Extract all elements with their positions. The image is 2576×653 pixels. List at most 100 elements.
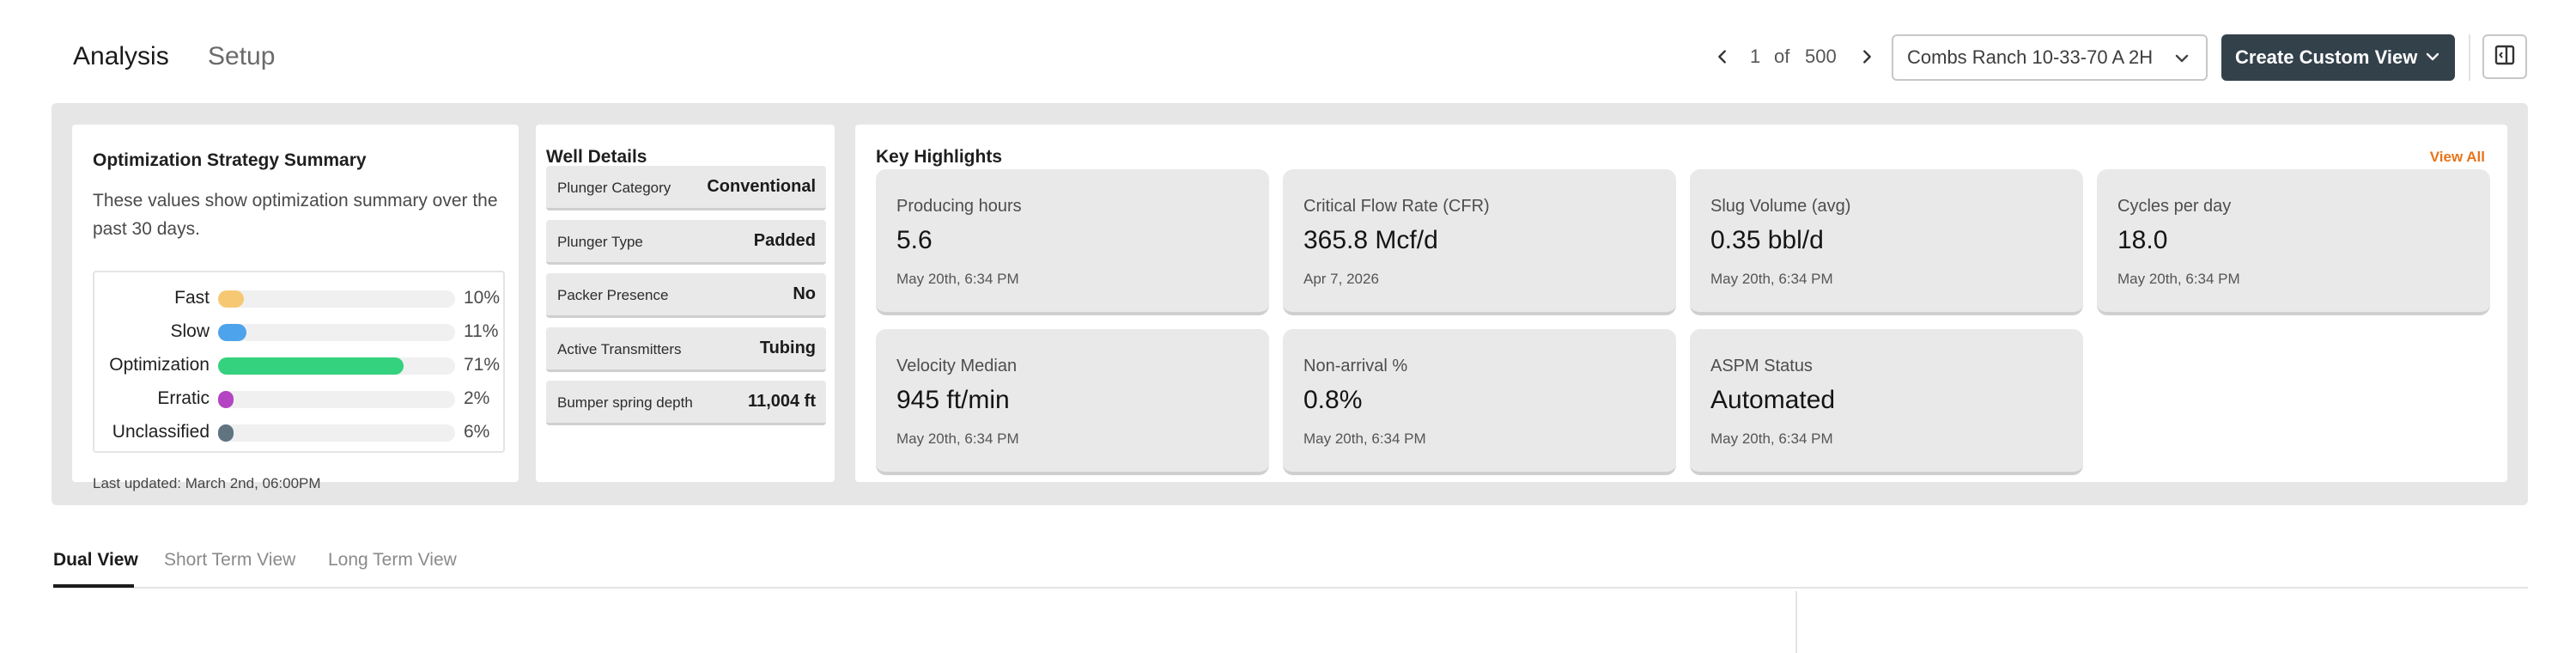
optimization-row-percent: 6% [464,422,490,442]
create-custom-view-label: Create Custom View [2235,46,2418,68]
highlight-timestamp: May 20th, 6:34 PM [1710,271,1833,287]
well-detail-row: Plunger Type Padded [546,220,826,265]
highlight-value: Automated [1710,386,1836,414]
optimization-row-label: Slow [170,321,210,341]
progress-track [218,424,455,442]
last-updated-text: Last updated: March 2nd, 06:00PM [93,475,321,491]
highlight-label: Cycles per day [2117,197,2232,216]
pager-prev-button[interactable] [1707,38,1738,76]
highlight-tile-non-arrival: Non-arrival % 0.8% May 20th, 6:34 PM [1283,329,1676,475]
well-detail-value: Padded [753,231,816,250]
tab-analysis[interactable]: Analysis [73,41,169,72]
progress-fill [218,324,246,341]
key-highlights-card: Key Highlights View All Producing hours … [855,125,2507,482]
highlight-label: Producing hours [896,197,1022,216]
optimization-row-label: Erratic [157,388,210,408]
pager-current: 1 [1750,46,1761,67]
chevron-right-icon [1851,38,1882,76]
highlight-timestamp: May 20th, 6:34 PM [1303,430,1426,447]
well-detail-key: Plunger Type [557,234,643,250]
highlight-tile-velocity-median: Velocity Median 945 ft/min May 20th, 6:3… [876,329,1269,475]
tab-setup[interactable]: Setup [208,41,275,72]
progress-track [218,391,455,408]
tabs-divider [53,587,2528,589]
highlight-value: 365.8 Mcf/d [1303,226,1438,254]
optimization-summary-description: These values show optimization summary o… [93,191,498,239]
view-all-link[interactable]: View All [2430,149,2485,166]
highlight-tile-aspm-status: ASPM Status Automated May 20th, 6:34 PM [1690,329,2083,475]
pager-of-label: of [1774,46,1790,67]
highlight-tile-critical-flow-rate: Critical Flow Rate (CFR) 365.8 Mcf/d Apr… [1283,169,1676,315]
optimization-row-percent: 2% [464,388,490,408]
optimization-row-slow: Slow 11% [94,315,507,350]
chevron-left-icon [1707,38,1738,76]
top-bar: Analysis Setup 1 of 500 Combs Ranch 10-3… [0,0,2576,112]
optimization-row-label: Optimization [109,355,210,375]
optimization-row-label: Fast [174,288,210,308]
well-detail-row: Bumper spring depth 11,004 ft [546,381,826,425]
progress-track [218,357,455,375]
well-detail-value: Conventional [707,177,816,196]
well-detail-key: Bumper spring depth [557,394,693,411]
highlight-timestamp: May 20th, 6:34 PM [1710,430,1833,447]
active-tab-indicator [53,584,134,588]
highlight-value: 18.0 [2117,226,2168,254]
optimization-row-percent: 71% [464,355,501,375]
well-detail-key: Plunger Category [557,180,671,196]
highlight-timestamp: May 20th, 6:34 PM [896,430,1019,447]
app-root: Analysis Setup 1 of 500 Combs Ranch 10-3… [0,0,2576,653]
key-highlights-title: Key Highlights [876,147,1003,167]
highlight-label: Non-arrival % [1303,357,1408,375]
highlight-label: Slug Volume (avg) [1710,197,1851,216]
well-detail-value: No [793,284,816,303]
progress-fill [218,290,244,308]
optimization-breakdown: Fast 10% Slow 11% Optimization 71% Errat… [93,271,505,453]
pager-next-button[interactable] [1851,38,1882,76]
optimization-summary-card: Optimization Strategy Summary These valu… [72,125,519,491]
optimization-row-fast: Fast 10% [94,282,507,316]
tab-long-term-view[interactable]: Long Term View [328,550,457,571]
highlight-label: Critical Flow Rate (CFR) [1303,197,1490,216]
well-detail-key: Packer Presence [557,287,669,303]
create-custom-view-button[interactable]: Create Custom View [2221,34,2455,81]
highlight-value: 5.6 [896,226,933,254]
progress-fill [218,391,234,408]
optimization-row-label: Unclassified [112,422,210,442]
well-select-dropdown[interactable]: Combs Ranch 10-33-70 A 2H [1892,34,2208,81]
highlight-label: Velocity Median [896,357,1018,375]
well-details-card: Well Details Plunger Category Convention… [536,125,835,482]
well-detail-value: Tubing [759,339,816,357]
summary-band: Optimization Strategy Summary These valu… [52,103,2528,505]
panel-toggle-button[interactable] [2482,34,2527,79]
optimization-row-optimization: Optimization 71% [94,349,507,383]
highlight-value: 0.8% [1303,386,1363,414]
well-detail-value: 11,004 ft [748,392,816,411]
well-detail-row: Plunger Category Conventional [546,166,826,211]
highlight-value: 945 ft/min [896,386,1010,414]
progress-fill [218,424,234,442]
pager-total: 500 [1805,46,1837,67]
tab-short-term-view[interactable]: Short Term View [164,550,295,571]
well-detail-row: Active Transmitters Tubing [546,327,826,372]
progress-fill [218,357,404,375]
well-detail-row: Packer Presence No [546,273,826,318]
chevron-down-icon [2172,48,2192,69]
optimization-summary-title: Optimization Strategy Summary [93,150,367,170]
highlight-label: ASPM Status [1710,357,1813,375]
highlight-timestamp: May 20th, 6:34 PM [2117,271,2240,287]
progress-track [218,290,455,308]
optimization-row-percent: 10% [464,288,501,308]
tab-dual-view[interactable]: Dual View [53,550,138,571]
optimization-row-percent: 11% [464,321,499,341]
highlight-tile-producing-hours: Producing hours 5.6 May 20th, 6:34 PM [876,169,1269,315]
well-detail-key: Active Transmitters [557,341,682,357]
well-select-value: Combs Ranch 10-33-70 A 2H [1907,46,2154,68]
highlight-timestamp: Apr 7, 2026 [1303,271,1379,287]
optimization-row-erratic: Erratic 2% [94,382,507,417]
split-view-divider [1795,591,1797,653]
optimization-row-unclassified: Unclassified 6% [94,416,507,450]
highlight-value: 0.35 bbl/d [1710,226,1824,254]
progress-track [218,324,455,341]
highlight-tile-slug-volume: Slug Volume (avg) 0.35 bbl/d May 20th, 6… [1690,169,2083,315]
panel-toggle-icon [2493,43,2517,71]
